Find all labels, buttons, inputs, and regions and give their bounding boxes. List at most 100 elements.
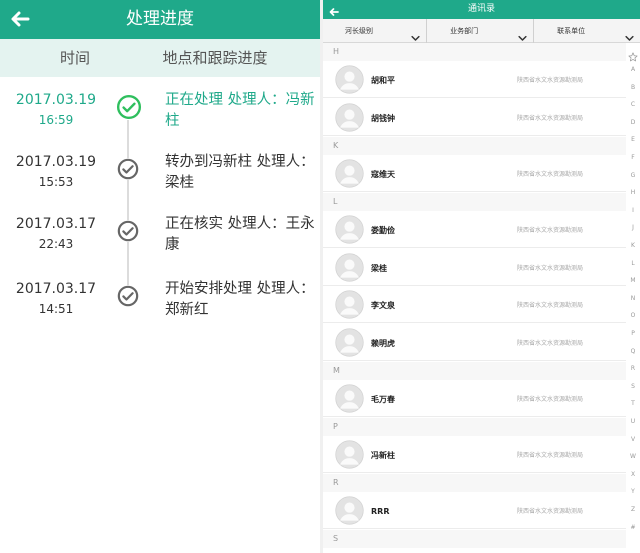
contacts-app-bar: 通讯录: [323, 0, 640, 19]
default-avatar-icon: [335, 159, 364, 188]
contact-name: 娄勤俭: [371, 226, 395, 235]
index-letter[interactable]: X: [626, 471, 640, 479]
index-letter[interactable]: M: [626, 277, 640, 285]
alphabet-index[interactable]: A B C D E F G H I J K L M N O P Q R S T U V W X Y Z #: [626, 44, 640, 549]
section-letter: L: [333, 197, 338, 206]
index-letter[interactable]: L: [626, 260, 640, 268]
contact-row[interactable]: RRR 陕西省水文水资源勘测局: [323, 494, 626, 529]
entry-time: 16:59: [38, 113, 74, 127]
progress-app-bar: 处理进度: [0, 0, 320, 39]
contact-row[interactable]: 胡和平 陕西省水文水资源勘测局: [323, 63, 626, 98]
index-letter[interactable]: #: [626, 524, 640, 532]
default-avatar-icon: [335, 215, 364, 244]
chevron-down-icon: [625, 27, 634, 41]
section-header: P: [323, 418, 626, 436]
chevron-down-icon: [411, 27, 420, 41]
index-letter[interactable]: E: [626, 136, 640, 144]
column-header: 时间 地点和跟踪进度: [0, 39, 320, 77]
index-letter[interactable]: Z: [626, 506, 640, 514]
section-header: R: [323, 474, 626, 492]
check-circle-icon: [117, 220, 139, 242]
entry-description: 转办到冯新柱 处理人：梁桂: [165, 154, 315, 191]
index-letter[interactable]: P: [626, 330, 640, 338]
filter-label: 河长级别: [345, 27, 374, 35]
contact-row[interactable]: 娄勤俭 陕西省水文水资源勘测局: [323, 213, 626, 248]
section-letter: H: [333, 47, 340, 56]
column-header-time: 时间: [59, 49, 90, 67]
index-letter[interactable]: D: [626, 119, 640, 127]
index-letter[interactable]: K: [626, 242, 640, 250]
index-letter[interactable]: A: [626, 66, 640, 74]
contact-row[interactable]: 赖明虎 陕西省水文水资源勘测局: [323, 326, 626, 361]
index-letter[interactable]: B: [626, 84, 640, 92]
filter-dropdown[interactable]: 河长级别: [323, 19, 427, 43]
contact-unit: 陕西省水文水资源勘测局: [517, 115, 584, 122]
index-letter[interactable]: J: [626, 224, 640, 232]
contact-unit: 陕西省水文水资源勘测局: [517, 265, 584, 272]
contact-row[interactable]: 梁桂 陕西省水文水资源勘测局: [323, 251, 626, 286]
index-letter[interactable]: W: [626, 453, 640, 461]
contact-unit: 陕西省水文水资源勘测局: [517, 396, 584, 403]
contact-unit: 陕西省水文水资源勘测局: [517, 508, 584, 515]
filter-dropdown[interactable]: 业务部门: [427, 19, 534, 43]
default-avatar-icon: [335, 440, 364, 469]
index-letter[interactable]: R: [626, 365, 640, 373]
filter-label: 业务部门: [450, 27, 479, 35]
index-letter[interactable]: N: [626, 295, 640, 303]
entry-date: 2017.03.17: [15, 216, 97, 232]
contact-name: 梁桂: [371, 264, 387, 273]
section-header: L: [323, 193, 626, 211]
default-avatar-icon: [335, 290, 364, 319]
index-letter[interactable]: S: [626, 383, 640, 391]
contact-name: RRR: [371, 507, 390, 516]
entry-date: 2017.03.19: [15, 154, 97, 170]
index-letter[interactable]: Y: [626, 488, 640, 496]
index-letter[interactable]: O: [626, 312, 640, 320]
filter-bar: 河长级别 业务部门 联系单位: [323, 19, 640, 43]
filter-dropdown[interactable]: 联系单位: [534, 19, 640, 43]
check-circle-icon: [117, 158, 139, 180]
index-letter[interactable]: Q: [626, 348, 640, 356]
contact-row[interactable]: 毛万春 陕西省水文水资源勘测局: [323, 382, 626, 417]
check-circle-icon: [117, 285, 139, 307]
contact-unit: 陕西省水文水资源勘测局: [517, 227, 584, 234]
contact-unit: 陕西省水文水资源勘测局: [517, 302, 584, 309]
contact-unit: 陕西省水文水资源勘测局: [517, 77, 584, 84]
contacts-screen: 通讯录 河长级别 业务部门 联系单位 H 胡和平 陕西省水文水资源勘测局 胡钱钟 陕西省水文…: [323, 0, 640, 553]
contact-row[interactable]: 胡钱钟 陕西省水文水资源勘测局: [323, 101, 626, 136]
entry-description: 正在核实 处理人：王永康: [165, 216, 315, 253]
default-avatar-icon: [335, 103, 364, 132]
contact-unit: 陕西省水文水资源勘测局: [517, 171, 584, 178]
contacts-title: 通讯录: [467, 4, 495, 14]
index-letter[interactable]: I: [626, 207, 640, 215]
section-header: K: [323, 137, 626, 155]
index-letter[interactable]: C: [626, 101, 640, 109]
default-avatar-icon: [335, 384, 364, 413]
timeline-entry: 2017.03.17 22:43 正在核实 处理人：王永康: [0, 214, 320, 278]
entry-date: 2017.03.19: [15, 92, 97, 108]
index-letter[interactable]: V: [626, 436, 640, 444]
default-avatar-icon: [335, 496, 364, 525]
contact-row[interactable]: 李文泉 陕西省水文水资源勘测局: [323, 288, 626, 323]
section-letter: K: [333, 141, 339, 150]
progress-screen: 处理进度 时间 地点和跟踪进度 2017.03.19 16:59 正在处理 处理人：…: [0, 0, 320, 553]
index-letter[interactable]: H: [626, 189, 640, 197]
contact-row[interactable]: 寇维天 陕西省水文水资源勘测局: [323, 157, 626, 192]
star-outline-icon[interactable]: [628, 47, 638, 62]
timeline-entry: 2017.03.19 15:53 转办到冯新柱 处理人：梁桂: [0, 152, 320, 216]
contact-row[interactable]: 冯新柱 陕西省水文水资源勘测局: [323, 438, 626, 473]
contact-name: 赖明虎: [371, 339, 395, 348]
index-letter[interactable]: T: [626, 400, 640, 408]
contact-name: 毛万春: [371, 395, 395, 404]
section-letter: M: [333, 366, 340, 375]
index-letter[interactable]: U: [626, 418, 640, 426]
default-avatar-icon: [335, 65, 364, 94]
contact-name: 寇维天: [371, 170, 395, 179]
index-letter[interactable]: F: [626, 154, 640, 162]
entry-description: 正在处理 处理人：冯新柱: [165, 92, 315, 129]
filter-label: 联系单位: [557, 27, 586, 35]
section-letter: R: [333, 478, 339, 487]
page-title: 处理进度: [126, 9, 194, 29]
timeline-entry: 2017.03.17 14:51 开始安排处理 处理人：郑新红: [0, 279, 320, 343]
index-letter[interactable]: G: [626, 172, 640, 180]
